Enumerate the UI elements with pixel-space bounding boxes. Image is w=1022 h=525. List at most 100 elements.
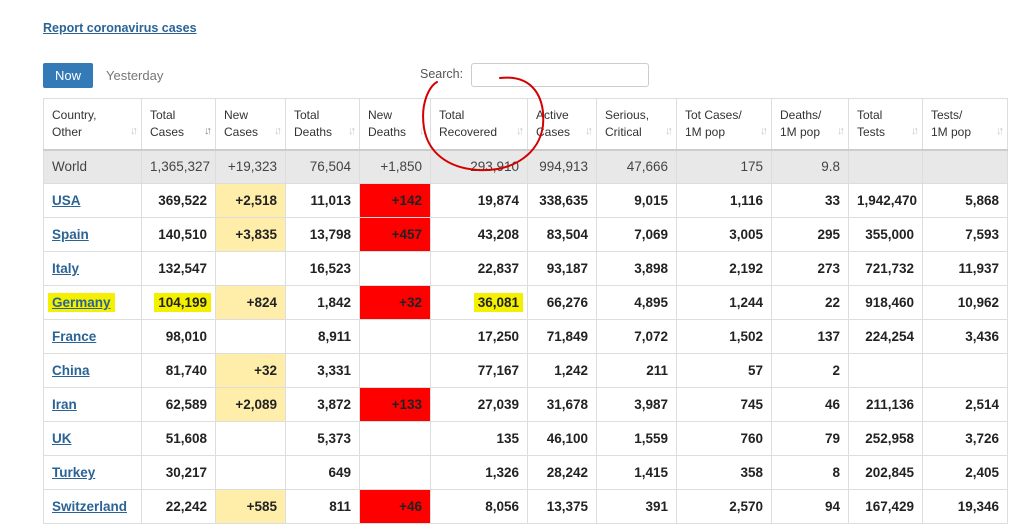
cell-tot-cases-per-1m: 1,502 [676, 319, 772, 354]
table-row: China 81,740 +32 3,331 77,167 1,242 211 57 2 [43, 353, 1008, 388]
cell-value: 22 [824, 295, 840, 310]
country-link-uk[interactable]: UK [52, 431, 72, 446]
country-link-turkey[interactable]: Turkey [52, 465, 95, 480]
cell-value: 3,436 [965, 329, 999, 344]
column-header-deaths-per-1m[interactable]: Deaths/1M pop ↓↑ [771, 98, 849, 151]
sort-icon[interactable]: ↓↑ [130, 123, 138, 140]
cell-total-deaths: 16,523 [285, 251, 360, 286]
column-header-tot-cases-per-1m[interactable]: Tot Cases/1M pop ↓↑ [676, 98, 772, 151]
cell-value: 5,868 [965, 193, 999, 208]
cell-new-cases: +585 [215, 489, 286, 524]
column-header-label: New Cases [224, 107, 259, 139]
cell-value: 19,346 [957, 499, 999, 514]
cell-country: Spain [43, 217, 142, 252]
sort-icon[interactable]: ↓↑ [348, 123, 356, 140]
cell-value: 3,898 [634, 261, 668, 276]
sort-icon[interactable]: ↓↑ [274, 123, 282, 140]
table-row: Italy 132,547 16,523 22,837 93,187 3,898 2,192… [43, 251, 1008, 286]
cell-new-deaths: +457 [359, 217, 431, 252]
cell-total-deaths: 1,842 [285, 285, 360, 320]
column-header-new-cases[interactable]: New Cases ↓↑ [215, 98, 286, 151]
cell-total-cases: 140,510 [141, 217, 216, 252]
cell-value: 1,942,470 [857, 193, 918, 208]
cell-new-deaths [359, 251, 431, 286]
cell-total-deaths: 649 [285, 455, 360, 490]
cell-value: 369,522 [158, 193, 207, 208]
cell-value: +3,835 [235, 227, 277, 242]
column-header-total-deaths[interactable]: Total Deaths ↓↑ [285, 98, 360, 151]
cell-value: 79 [824, 431, 840, 446]
sort-icon[interactable]: ↓↑ [760, 123, 768, 140]
column-header-tests-per-1m[interactable]: Tests/1M pop ↓↑ [922, 98, 1008, 151]
country-link-france[interactable]: France [52, 329, 96, 344]
cell-total-cases: 104,199 [141, 285, 216, 320]
column-header-label: Serious, Critical [605, 107, 650, 139]
country-link-germany[interactable]: Germany [52, 295, 111, 310]
country-link-spain[interactable]: Spain [52, 227, 89, 242]
sort-icon[interactable]: ↓↑ [516, 123, 524, 140]
cell-value: +32 [399, 295, 422, 310]
tab-now-button[interactable]: Now [43, 63, 93, 88]
table-row: UK 51,608 5,373 135 46,100 1,559 760 79 252,958 3… [43, 421, 1008, 456]
column-header-country[interactable]: Country, Other ↓↑ [43, 98, 142, 151]
sort-icon[interactable]: ↓↑ [837, 123, 845, 140]
column-header-new-deaths[interactable]: New Deaths ↓↑ [359, 98, 431, 151]
sort-icon[interactable]: ↓↑ [996, 123, 1004, 140]
cell-value: 338,635 [539, 193, 588, 208]
cell-deaths-per-1m: 273 [771, 251, 849, 286]
cell-value: 22,837 [477, 261, 519, 276]
column-header-serious-critical[interactable]: Serious, Critical ↓↑ [596, 98, 677, 151]
column-header-total-recovered[interactable]: Total Recovered ↓↑ [430, 98, 528, 151]
cell-value: 132,547 [158, 261, 207, 276]
cell-value: 8,911 [317, 329, 351, 344]
report-cases-link[interactable]: Report coronavirus cases [43, 21, 197, 35]
cell-value: 51,608 [165, 431, 207, 446]
cell-value: 31,678 [546, 397, 588, 412]
column-header-total-cases[interactable]: Total Cases ↓↑ [141, 98, 216, 151]
column-header-total-tests[interactable]: Total Tests ↓↑ [848, 98, 923, 151]
cell-value: 46 [824, 397, 840, 412]
country-link-usa[interactable]: USA [52, 193, 81, 208]
country-link-switzerland[interactable]: Switzerland [52, 499, 127, 514]
cell-value: 135 [496, 431, 519, 446]
sort-icon[interactable]: ↓↑ [911, 123, 919, 140]
cell-value: 11,013 [310, 193, 351, 208]
cell-value: 7,593 [965, 227, 999, 242]
cell-active-cases: 46,100 [527, 421, 597, 456]
cell-total-recovered: 1,326 [430, 455, 528, 490]
cell-new-deaths [359, 421, 431, 456]
tab-yesterday-button[interactable]: Yesterday [100, 63, 169, 88]
cell-deaths-per-1m: 295 [771, 217, 849, 252]
cell-country: China [43, 353, 142, 388]
cell-total-tests: 355,000 [848, 217, 923, 252]
cell-tot-cases-per-1m: 358 [676, 455, 772, 490]
cell-value: 1,116 [729, 193, 763, 208]
cell-total-cases: 51,608 [141, 421, 216, 456]
sort-icon[interactable]: ↓↑ [585, 123, 593, 140]
cell-country: Germany [43, 285, 142, 320]
cell-value: +2,518 [235, 193, 277, 208]
sort-icon[interactable]: ↓↑ [419, 123, 427, 140]
cell-active-cases: 93,187 [527, 251, 597, 286]
cell-tot-cases-per-1m: 175 [676, 149, 772, 184]
cell-value: 8,056 [485, 499, 519, 514]
cell-value: 140,510 [158, 227, 207, 242]
sort-descending-icon[interactable]: ↓↑ [204, 123, 212, 140]
cell-value: 66,276 [546, 295, 588, 310]
cell-new-cases: +19,323 [215, 149, 286, 184]
country-link-iran[interactable]: Iran [52, 397, 77, 412]
cell-total-deaths: 11,013 [285, 183, 360, 218]
search-input[interactable] [471, 63, 649, 87]
country-link-china[interactable]: China [52, 363, 90, 378]
cell-new-deaths [359, 455, 431, 490]
table-header-row: Country, Other ↓↑ Total Cases ↓↑ New Cases ↓↑ Tot… [43, 98, 1008, 151]
table-row: France 98,010 8,911 17,250 71,849 7,072 1,502 1… [43, 319, 1008, 354]
cell-value: 28,242 [546, 465, 588, 480]
country-link-italy[interactable]: Italy [52, 261, 79, 276]
cell-value: World [52, 159, 88, 175]
sort-icon[interactable]: ↓↑ [665, 123, 673, 140]
column-header-active-cases[interactable]: Active Cases ↓↑ [527, 98, 597, 151]
search-label: Search: [420, 67, 464, 81]
cell-country: France [43, 319, 142, 354]
cell-total-cases: 132,547 [141, 251, 216, 286]
